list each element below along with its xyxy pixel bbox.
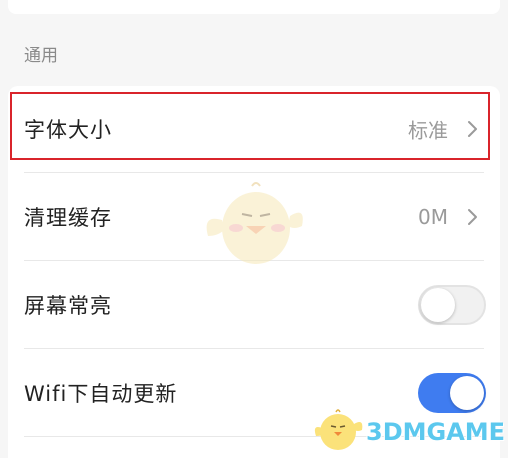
font-size-row[interactable]: 字体大小 标准 <box>8 86 500 172</box>
wifi-auto-update-label: Wifi下自动更新 <box>24 382 178 406</box>
font-size-value: 标准 <box>408 118 448 143</box>
keep-screen-on-label: 屏幕常亮 <box>24 294 112 318</box>
cache-size-value: 0M <box>418 205 448 229</box>
keep-screen-on-toggle[interactable] <box>418 285 486 325</box>
section-title: 通用 <box>24 46 58 66</box>
divider <box>24 172 484 173</box>
mascot-chick-icon <box>206 182 303 264</box>
toggle-knob <box>450 376 484 410</box>
settings-screen: 通用 字体大小 标准 清理缓存 0M 屏幕常亮 Wifi下自动更新 3DMGAM… <box>0 0 508 458</box>
chevron-right-icon <box>468 209 477 225</box>
mascot-chick-icon <box>314 409 363 450</box>
clear-cache-label: 清理缓存 <box>24 206 112 230</box>
chevron-right-icon <box>468 121 477 137</box>
font-size-label: 字体大小 <box>24 118 112 142</box>
previous-card-bottom <box>8 0 500 14</box>
watermark-logo: 3DMGAME <box>312 406 506 454</box>
watermark-text: 3DMGAME <box>366 418 506 446</box>
divider <box>24 348 484 349</box>
toggle-knob <box>421 288 455 322</box>
